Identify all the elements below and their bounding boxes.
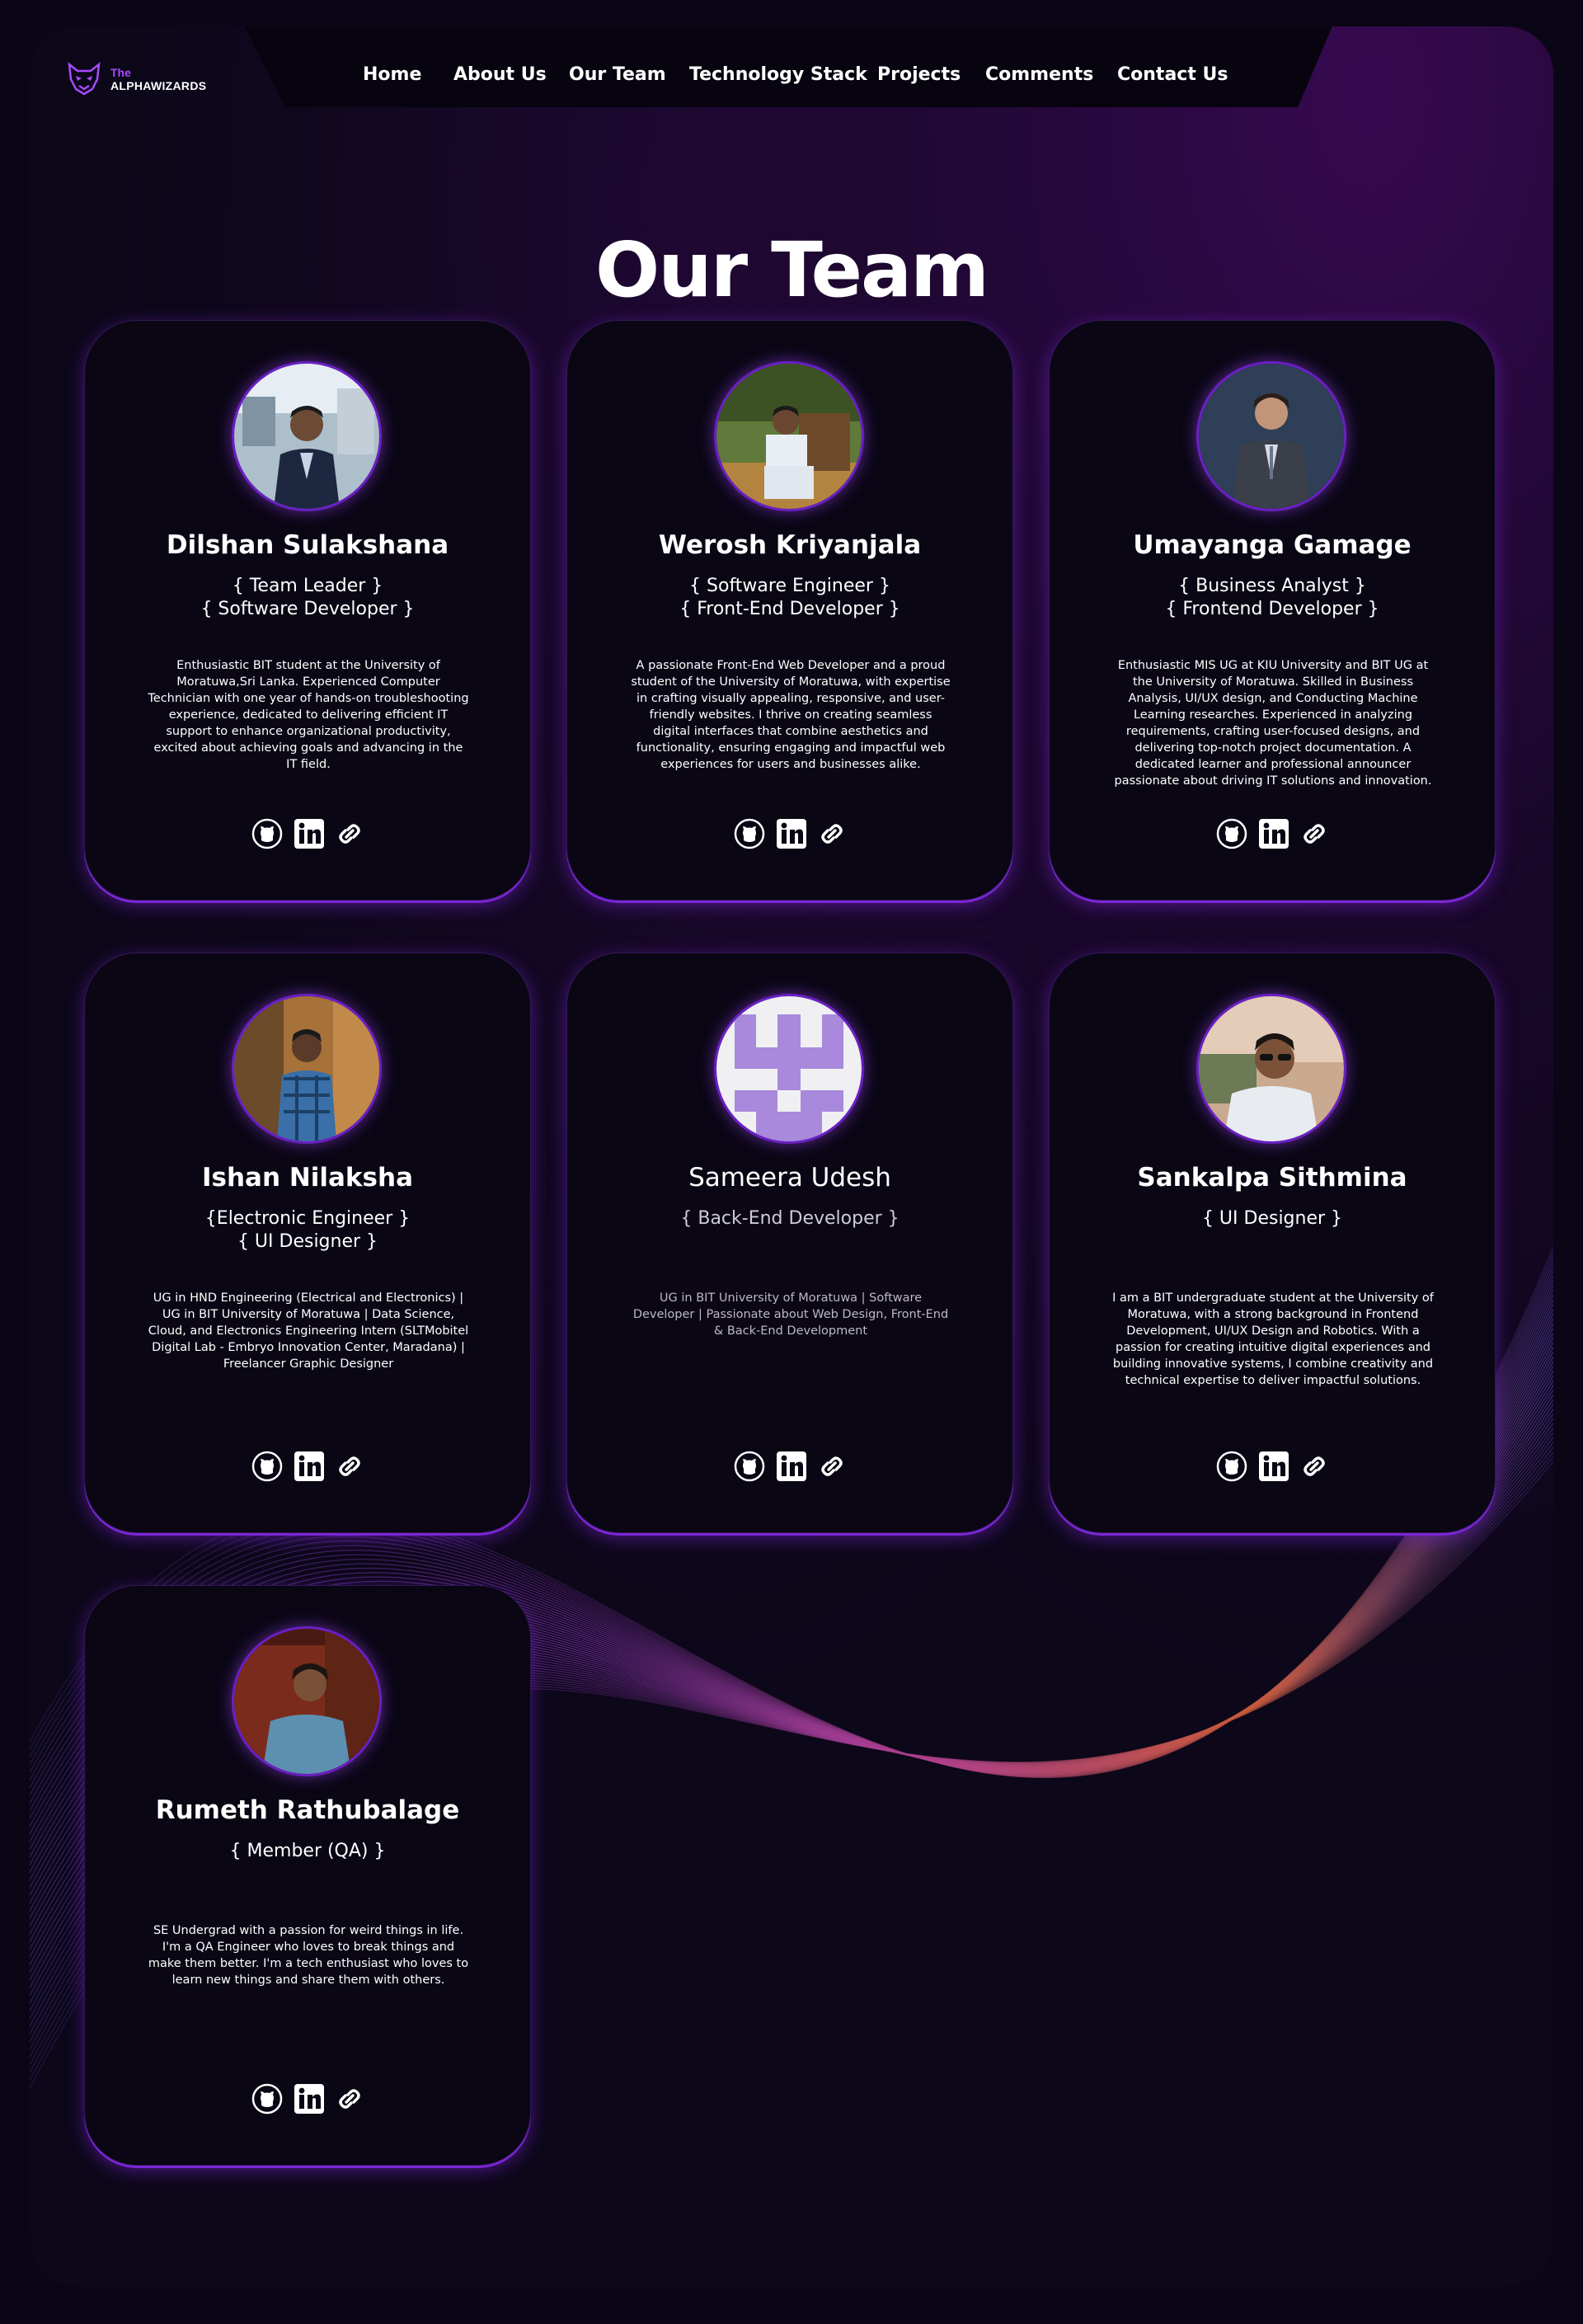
github-icon[interactable] xyxy=(251,818,283,849)
github-icon[interactable] xyxy=(1216,1451,1247,1482)
member-bio: UG in HND Engineering (Electrical and El… xyxy=(148,1291,469,1371)
member-avatar xyxy=(234,364,379,509)
page-title: Our Team xyxy=(595,225,989,314)
person-photo-icon xyxy=(1199,364,1344,509)
team-member-card: Umayanga Gamage { Business Analyst } { F… xyxy=(1049,320,1496,901)
member-role: { Back-End Developer } xyxy=(680,1208,900,1229)
member-name: Werosh Kriyanjala xyxy=(658,530,922,560)
member-bio: Enthusiastic MIS UG at KIU University an… xyxy=(1114,659,1432,788)
member-avatar xyxy=(234,1629,379,1774)
member-role-secondary: { Software Developer } xyxy=(200,599,415,619)
member-name: Umayanga Gamage xyxy=(1133,530,1412,560)
link-icon[interactable] xyxy=(336,1452,364,1480)
link-icon[interactable] xyxy=(1300,820,1328,848)
member-bio: Enthusiastic BIT student at the Universi… xyxy=(148,659,469,771)
social-links xyxy=(1050,816,1495,852)
linkedin-icon[interactable] xyxy=(293,2082,326,2115)
social-links xyxy=(85,816,530,852)
member-role: { Software Engineer } xyxy=(689,576,890,596)
member-role: { UI Designer } xyxy=(1201,1208,1343,1229)
person-photo-icon xyxy=(716,364,862,509)
team-member-card: Sankalpa Sithmina { UI Designer } I am a… xyxy=(1049,953,1496,1533)
person-photo-icon xyxy=(1199,996,1344,1141)
member-role-secondary: { UI Designer } xyxy=(237,1231,378,1252)
member-name: Sameera Udesh xyxy=(688,1163,891,1193)
linkedin-icon[interactable] xyxy=(293,817,326,850)
team-member-card: Rumeth Rathubalage { Member (QA) } SE Un… xyxy=(84,1585,531,2166)
member-avatar xyxy=(1199,996,1344,1141)
member-avatar xyxy=(716,364,862,509)
member-name: Dilshan Sulakshana xyxy=(166,530,449,560)
member-role: { Member (QA) } xyxy=(229,1841,386,1861)
social-links xyxy=(567,1448,1012,1484)
member-role-secondary: { Frontend Developer } xyxy=(1165,599,1379,619)
person-photo-icon xyxy=(234,364,379,509)
linkedin-icon[interactable] xyxy=(775,1450,808,1483)
nav-link-technology-stack[interactable]: Technology Stack xyxy=(689,64,867,85)
main-navigation: Home About Us Our Team Technology Stack … xyxy=(0,64,1583,89)
nav-link-about-us[interactable]: About Us xyxy=(453,64,547,85)
member-role: {Electronic Engineer } xyxy=(204,1208,411,1229)
member-role: { Team Leader } xyxy=(232,576,383,596)
team-member-card: Ishan Nilaksha {Electronic Engineer } { … xyxy=(84,953,531,1533)
member-bio: SE Undergrad with a passion for weird th… xyxy=(148,1924,469,1987)
nav-link-comments[interactable]: Comments xyxy=(985,64,1093,85)
member-avatar xyxy=(234,996,379,1141)
member-bio: UG in BIT University of Moratuwa | Softw… xyxy=(632,1291,949,1338)
member-avatar xyxy=(716,996,862,1141)
social-links xyxy=(85,1448,530,1484)
nav-link-projects[interactable]: Projects xyxy=(877,64,961,85)
github-icon[interactable] xyxy=(734,1451,765,1482)
member-avatar xyxy=(1199,364,1344,509)
nav-link-home[interactable]: Home xyxy=(363,64,421,85)
team-member-card: Sameera Udesh { Back-End Developer } UG … xyxy=(566,953,1013,1533)
link-icon[interactable] xyxy=(1300,1452,1328,1480)
team-member-card: Dilshan Sulakshana { Team Leader } { Sof… xyxy=(84,320,531,901)
nav-link-our-team[interactable]: Our Team xyxy=(569,64,666,85)
member-role-secondary: { Front-End Developer } xyxy=(679,599,900,619)
linkedin-icon[interactable] xyxy=(775,817,808,850)
person-photo-icon xyxy=(234,996,379,1141)
github-icon[interactable] xyxy=(251,2083,283,2115)
link-icon[interactable] xyxy=(336,820,364,848)
github-icon[interactable] xyxy=(734,818,765,849)
identicon-avatar xyxy=(716,996,862,1141)
social-links xyxy=(567,816,1012,852)
social-links xyxy=(85,2081,530,2117)
linkedin-icon[interactable] xyxy=(293,1450,326,1483)
github-icon[interactable] xyxy=(251,1451,283,1482)
member-name: Ishan Nilaksha xyxy=(201,1163,413,1193)
link-icon[interactable] xyxy=(818,820,846,848)
github-icon[interactable] xyxy=(1216,818,1247,849)
link-icon[interactable] xyxy=(336,2085,364,2113)
person-photo-icon xyxy=(234,1629,379,1774)
member-bio: I am a BIT undergraduate student at the … xyxy=(1112,1291,1434,1387)
link-icon[interactable] xyxy=(818,1452,846,1480)
member-bio: A passionate Front-End Web Developer and… xyxy=(631,659,951,771)
member-name: Sankalpa Sithmina xyxy=(1137,1163,1407,1193)
member-role: { Business Analyst } xyxy=(1178,576,1366,596)
social-links xyxy=(1050,1448,1495,1484)
linkedin-icon[interactable] xyxy=(1257,817,1290,850)
member-name: Rumeth Rathubalage xyxy=(155,1795,460,1825)
team-member-card: Werosh Kriyanjala { Software Engineer } … xyxy=(566,320,1013,901)
linkedin-icon[interactable] xyxy=(1257,1450,1290,1483)
nav-link-contact-us[interactable]: Contact Us xyxy=(1117,64,1228,85)
